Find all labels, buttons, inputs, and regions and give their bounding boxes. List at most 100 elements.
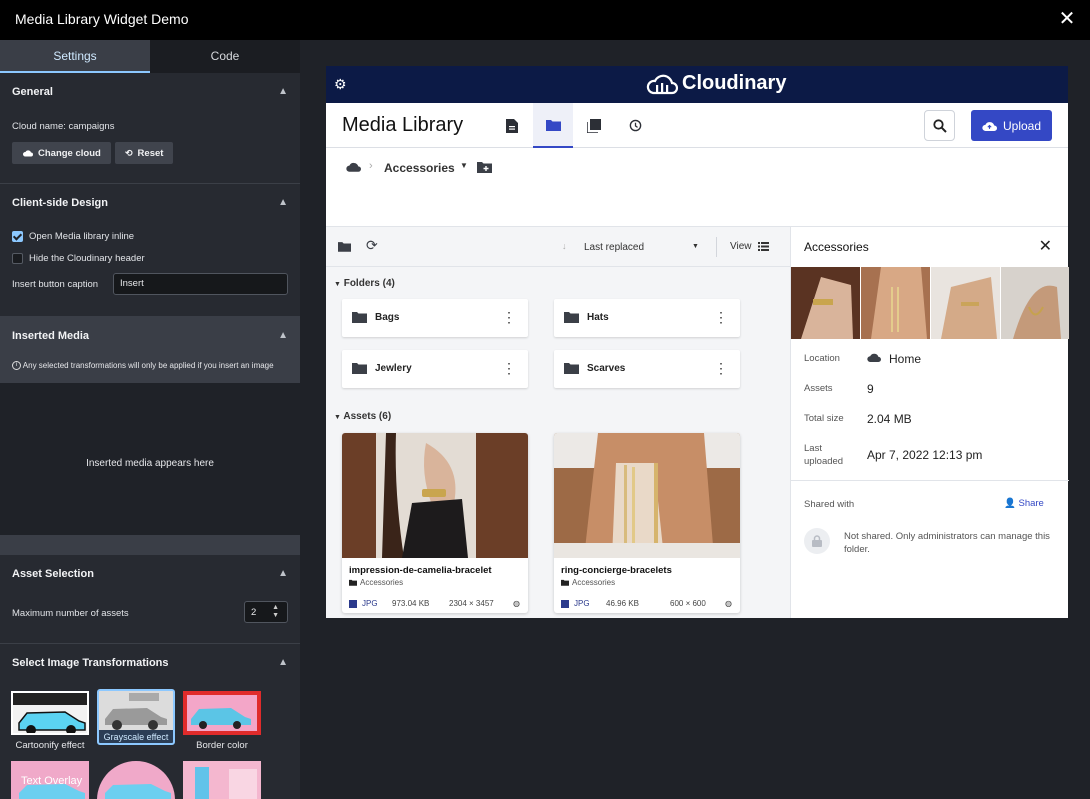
general-section-header[interactable]: General ▲ <box>0 73 300 113</box>
collection-icon <box>587 118 601 133</box>
asset-selection-section: Maximum number of assets 2 ▲ ▼ <box>0 595 300 643</box>
media-library-header: Media Library Upload <box>326 103 1068 148</box>
hide-header-checkbox[interactable] <box>12 253 23 264</box>
page-title: Media Library <box>342 114 464 136</box>
globe-icon: ◍ <box>725 599 732 608</box>
cloud-name-text: Cloud name: campaigns <box>12 121 115 132</box>
border-color-thumb[interactable] <box>183 691 261 735</box>
text-overlay-label: Text Overlay <box>21 775 83 787</box>
transformations-heading: Select Image Transformations <box>12 657 169 669</box>
folders-heading[interactable]: ▼ Folders (4) <box>334 278 395 289</box>
stepper-arrows-icon[interactable]: ▲ ▼ <box>272 604 279 620</box>
caret-down-icon[interactable]: ▼ <box>692 243 699 250</box>
share-button[interactable]: 👤 Share <box>1004 498 1044 509</box>
title-bar: Media Library Widget Demo ✕ <box>0 0 1090 40</box>
upload-button[interactable]: Upload <box>971 110 1052 141</box>
more-options-icon[interactable]: ⋮ <box>714 309 728 326</box>
caption-input[interactable]: Insert <box>113 273 288 295</box>
open-inline-checkbox[interactable] <box>12 231 23 242</box>
crop-thumb[interactable] <box>183 761 261 799</box>
grayscale-thumb[interactable]: Grayscale effect <box>97 689 175 745</box>
brand-name: Cloudinary <box>682 72 787 94</box>
max-assets-label: Maximum number of assets <box>12 608 129 619</box>
rounded-thumb[interactable] <box>97 761 175 799</box>
reset-label: Reset <box>137 147 164 159</box>
asset-name: impression-de-camelia-bracelet <box>349 565 492 576</box>
cartoonify-thumb[interactable] <box>11 691 89 735</box>
sort-select[interactable]: Last replaced <box>584 242 644 253</box>
view-label[interactable]: View <box>730 241 752 252</box>
history-view-button[interactable] <box>615 103 655 148</box>
image-type-icon <box>349 599 357 608</box>
open-inline-option[interactable]: Open Media library inline <box>12 231 134 242</box>
sort-direction-icon[interactable]: ↓ <box>562 241 567 251</box>
gear-icon[interactable]: ⚙ <box>334 76 347 93</box>
hide-header-option[interactable]: Hide the Cloudinary header <box>12 253 145 264</box>
chevron-up-icon: ▲ <box>278 657 288 668</box>
reset-button[interactable]: ⟲ Reset <box>115 142 174 164</box>
grayscale-label: Grayscale effect <box>99 730 173 743</box>
close-icon[interactable]: ✕ <box>1039 236 1052 256</box>
folder-icon[interactable] <box>338 241 351 252</box>
folder-name: Scarves <box>587 363 626 374</box>
client-design-section-header[interactable]: Client-side Design ▲ <box>0 183 300 223</box>
asset-selection-header[interactable]: Asset Selection ▲ <box>0 555 300 595</box>
collections-view-button[interactable] <box>574 103 614 148</box>
max-assets-value: 2 <box>251 607 257 618</box>
home-cloud-icon[interactable] <box>346 162 361 172</box>
folder-icon <box>545 119 561 131</box>
cloud-upload-icon <box>982 122 997 131</box>
preview-images <box>791 267 1069 339</box>
list-view-icon[interactable] <box>758 242 769 251</box>
refresh-icon[interactable]: ⟳ <box>366 237 378 254</box>
chevron-right-icon: › <box>369 160 373 172</box>
assets-view-button[interactable] <box>492 103 532 148</box>
window-title: Media Library Widget Demo <box>15 11 189 27</box>
folder-card-jewlery[interactable]: Jewlery ⋮ <box>342 350 528 388</box>
shared-note: Not shared. Only administrators can mana… <box>844 531 1050 555</box>
more-options-icon[interactable]: ⋮ <box>502 309 516 326</box>
assets-count-value: 9 <box>867 382 874 396</box>
history-icon <box>629 119 641 132</box>
text-overlay-thumb[interactable]: Text Overlay <box>11 761 89 799</box>
asset-format: JPG <box>574 599 590 608</box>
listing-toolbar: ⟳ ↓ Last replaced ▼ View <box>326 227 790 267</box>
general-heading: General <box>12 86 53 98</box>
asset-size: 46.96 KB <box>606 599 639 608</box>
more-options-icon[interactable]: ⋮ <box>502 360 516 377</box>
client-design-heading: Client-side Design <box>12 197 108 209</box>
breadcrumb-current[interactable]: Accessories <box>384 161 455 175</box>
add-folder-icon[interactable] <box>477 161 492 173</box>
asset-card[interactable]: ring-concierge-bracelets Accessories JPG… <box>554 433 740 613</box>
location-value[interactable]: Home <box>889 352 921 366</box>
settings-tabs: Settings Code <box>0 40 300 73</box>
media-library-widget: ⚙ Cloudinary Media Library Upload › Acce… <box>326 66 1069 618</box>
assets-count-label: Assets <box>804 383 833 394</box>
border-color-label: Border color <box>196 740 248 751</box>
car-image <box>185 763 259 799</box>
inserted-media-area: Inserted media appears here <box>0 383 300 535</box>
folders-view-button[interactable] <box>533 103 573 148</box>
total-size-label: Total size <box>804 413 844 424</box>
caret-down-icon[interactable]: ▼ <box>460 161 468 170</box>
change-cloud-button[interactable]: Change cloud <box>12 142 111 164</box>
folder-icon <box>349 579 357 586</box>
transformations-header[interactable]: Select Image Transformations ▲ <box>0 643 300 683</box>
client-design-section: Open Media library inline Hide the Cloud… <box>0 223 300 316</box>
folder-card-bags[interactable]: Bags ⋮ <box>342 299 528 337</box>
tab-code[interactable]: Code <box>150 40 300 73</box>
folder-name: Bags <box>375 312 400 323</box>
folder-card-hats[interactable]: Hats ⋮ <box>554 299 740 337</box>
folder-name: Jewlery <box>375 363 412 374</box>
inserted-note-text: Any selected transformations will only b… <box>22 361 274 370</box>
search-button[interactable] <box>924 110 955 141</box>
car-image <box>13 693 87 733</box>
assets-heading[interactable]: ▼ Assets (6) <box>334 411 391 422</box>
asset-card[interactable]: impression-de-camelia-bracelet Accessori… <box>342 433 528 613</box>
more-options-icon[interactable]: ⋮ <box>714 360 728 377</box>
inserted-media-header[interactable]: Inserted Media ▲ i Any selected transfor… <box>0 316 300 383</box>
close-icon[interactable]: ✕ <box>1056 8 1078 30</box>
tab-settings[interactable]: Settings <box>0 40 150 73</box>
folder-card-scarves[interactable]: Scarves ⋮ <box>554 350 740 388</box>
max-assets-stepper[interactable]: 2 ▲ ▼ <box>244 601 288 623</box>
